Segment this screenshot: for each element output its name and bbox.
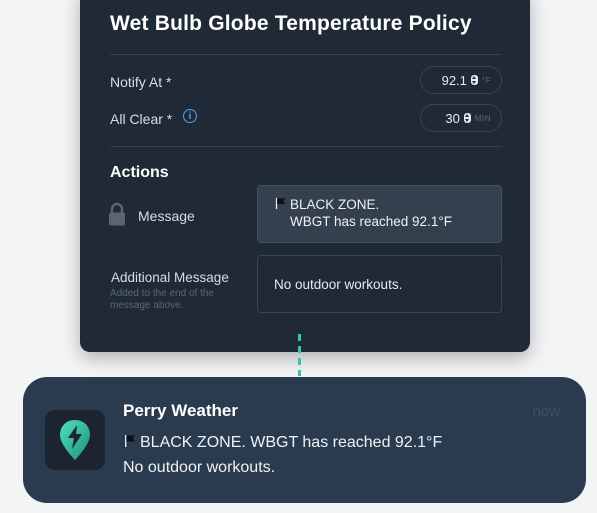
all-clear-input[interactable]: 30 MIN xyxy=(420,104,502,132)
message-line2: WBGT has reached 92.1°F xyxy=(290,214,452,229)
message-line1: BLACK ZONE. xyxy=(290,197,380,212)
stepper-icon[interactable] xyxy=(470,75,478,85)
push-notification[interactable]: Perry Weather now BLACK ZONE. WBGT has r… xyxy=(23,377,586,503)
notification-body: BLACK ZONE. WBGT has reached 92.1°F No o… xyxy=(123,430,442,480)
notify-at-unit: °F xyxy=(481,75,491,85)
notify-at-label: Notify At * xyxy=(110,74,172,90)
message-label: Message xyxy=(138,208,195,224)
notification-time: now xyxy=(532,403,560,420)
actions-heading: Actions xyxy=(110,164,169,181)
app-icon xyxy=(45,410,105,470)
policy-panel: Wet Bulb Globe Temperature Policy Notify… xyxy=(80,0,530,352)
notification-line1: BLACK ZONE. WBGT has reached 92.1°F xyxy=(140,434,443,451)
stepper-icon[interactable] xyxy=(463,113,471,123)
notification-line2: No outdoor workouts. xyxy=(123,459,276,476)
divider xyxy=(110,146,502,147)
policy-title: Wet Bulb Globe Temperature Policy xyxy=(110,12,472,35)
flag-icon xyxy=(275,197,286,210)
flag-icon xyxy=(125,435,135,447)
additional-message-help: Added to the end of the message above. xyxy=(110,288,214,311)
additional-message-value: No outdoor workouts. xyxy=(274,276,403,292)
all-clear-value: 30 xyxy=(445,110,460,126)
additional-message-input[interactable]: No outdoor workouts. xyxy=(257,255,502,313)
location-bolt-icon xyxy=(60,420,90,460)
message-field: BLACK ZONE. WBGT has reached 92.1°F xyxy=(257,185,502,243)
notify-at-value: 92.1 xyxy=(441,72,467,88)
connector-line xyxy=(298,334,301,376)
divider xyxy=(110,54,502,55)
info-icon[interactable]: i xyxy=(183,109,197,123)
notify-at-input[interactable]: 92.1 °F xyxy=(420,66,502,94)
notification-app-name: Perry Weather xyxy=(123,401,238,420)
all-clear-unit: MIN xyxy=(474,113,491,123)
additional-message-label: Additional Message xyxy=(111,270,229,285)
all-clear-label: All Clear * xyxy=(110,111,173,127)
lock-icon xyxy=(109,202,125,226)
